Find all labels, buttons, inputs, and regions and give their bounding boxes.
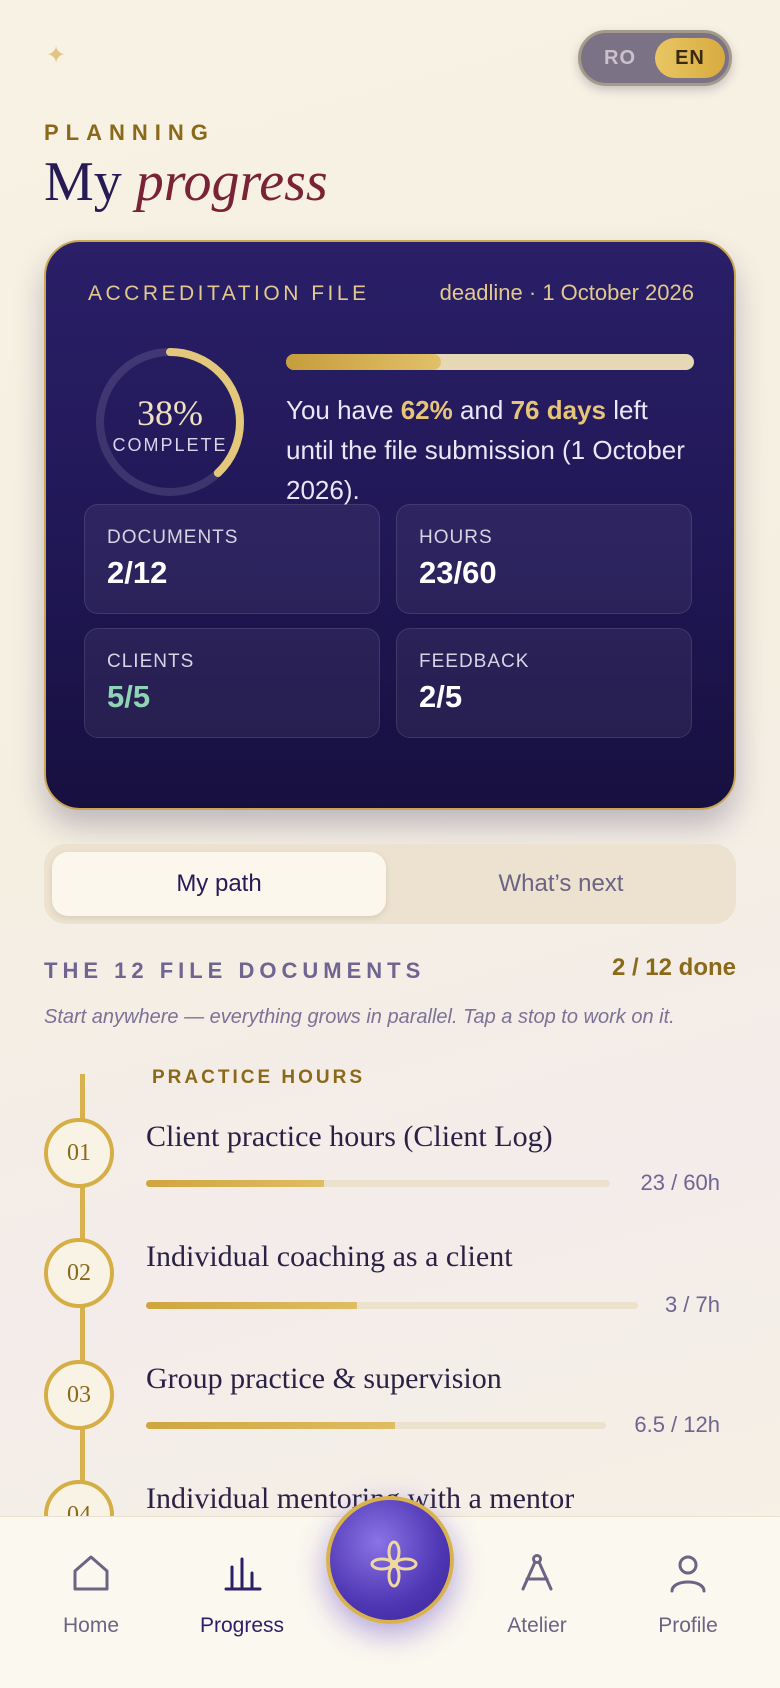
step-number-badge[interactable]: 01 xyxy=(44,1118,114,1188)
card-label: ACCREDITATION FILE xyxy=(88,282,370,305)
stat-value: 2/12 xyxy=(107,555,168,590)
nav-profile[interactable]: Profile xyxy=(628,1551,748,1638)
page-title-plain: My xyxy=(44,151,122,213)
step-progress-fill xyxy=(146,1422,396,1429)
tab-whats-next[interactable]: What’s next xyxy=(394,852,728,916)
step-progress-bar xyxy=(146,1422,606,1429)
step-progress-fill xyxy=(146,1302,358,1309)
step-progress-bar xyxy=(146,1302,638,1309)
view-segmented-control: My path What’s next xyxy=(44,844,736,924)
step-number-badge[interactable]: 02 xyxy=(44,1238,114,1308)
section-count: 2 / 12 done xyxy=(611,954,736,981)
nav-home-label: Home xyxy=(62,1614,120,1637)
remaining-percent: 62% xyxy=(400,395,453,425)
bar-chart-icon xyxy=(224,1557,262,1591)
page-title-accent: progress xyxy=(135,151,328,213)
stat-clients: CLIENTS 5/5 xyxy=(84,628,380,738)
stat-hours: HOURS 23/60 xyxy=(396,504,692,614)
stat-label: CLIENTS xyxy=(107,651,195,672)
section-hint: Start anywhere — everything grows in par… xyxy=(44,1006,675,1028)
stat-value: 23/60 xyxy=(419,555,497,590)
stat-feedback: FEEDBACK 2/5 xyxy=(396,628,692,738)
compass-icon xyxy=(521,1554,553,1591)
step-title[interactable]: Individual coaching as a client xyxy=(146,1240,513,1274)
nav-home[interactable]: Home xyxy=(31,1551,151,1638)
step-value: 3 / 7h xyxy=(664,1292,720,1317)
group-label: PRACTICE HOURS xyxy=(152,1067,366,1088)
stat-value: 2/5 xyxy=(419,679,463,714)
page-eyebrow: PLANNING xyxy=(44,120,215,145)
stat-label: HOURS xyxy=(419,527,493,548)
accreditation-card: ACCREDITATION FILE deadline · 1 October … xyxy=(44,240,736,810)
profile-icon xyxy=(670,1555,706,1593)
home-icon xyxy=(73,1555,109,1591)
step-title[interactable]: Group practice & supervision xyxy=(146,1362,502,1396)
nav-progress-label: Progress xyxy=(199,1614,285,1637)
nav-progress[interactable]: Progress xyxy=(182,1551,302,1638)
sparkle-icon: ✦ xyxy=(46,42,67,69)
stat-documents: DOCUMENTS 2/12 xyxy=(84,504,380,614)
flower-icon xyxy=(370,1540,418,1588)
lang-option-en[interactable]: EN xyxy=(655,38,725,78)
stat-label: FEEDBACK xyxy=(419,651,530,672)
ring-sub-label: COMPLETE xyxy=(112,435,228,455)
overall-progress-fill xyxy=(286,354,442,370)
ring-percent: 38% xyxy=(137,393,203,433)
center-action-button[interactable] xyxy=(326,1496,454,1624)
lang-option-ro[interactable]: RO xyxy=(595,33,645,83)
tab-my-path[interactable]: My path xyxy=(52,852,386,916)
card-message: You have 62% and 76 days left until the … xyxy=(286,395,685,505)
stat-label: DOCUMENTS xyxy=(107,527,239,548)
section-title: THE 12 FILE DOCUMENTS xyxy=(44,958,426,983)
step-progress-fill xyxy=(146,1180,324,1187)
overall-progress-bar xyxy=(286,354,694,370)
nav-profile-label: Profile xyxy=(658,1614,718,1637)
nav-atelier[interactable]: Atelier xyxy=(477,1551,597,1638)
remaining-days: 76 days xyxy=(510,395,606,425)
nav-atelier-label: Atelier xyxy=(507,1614,567,1637)
language-toggle[interactable]: RO EN xyxy=(578,30,732,86)
stat-value: 5/5 xyxy=(107,679,151,714)
step-title[interactable]: Client practice hours (Client Log) xyxy=(146,1120,553,1154)
page-title: My progress xyxy=(44,150,328,214)
step-value: 6.5 / 12h xyxy=(634,1412,720,1437)
step-value: 23 / 60h xyxy=(640,1170,720,1195)
step-progress-bar xyxy=(146,1180,610,1187)
step-number-badge[interactable]: 03 xyxy=(44,1360,114,1430)
card-deadline: deadline · 1 October 2026 xyxy=(439,280,694,305)
